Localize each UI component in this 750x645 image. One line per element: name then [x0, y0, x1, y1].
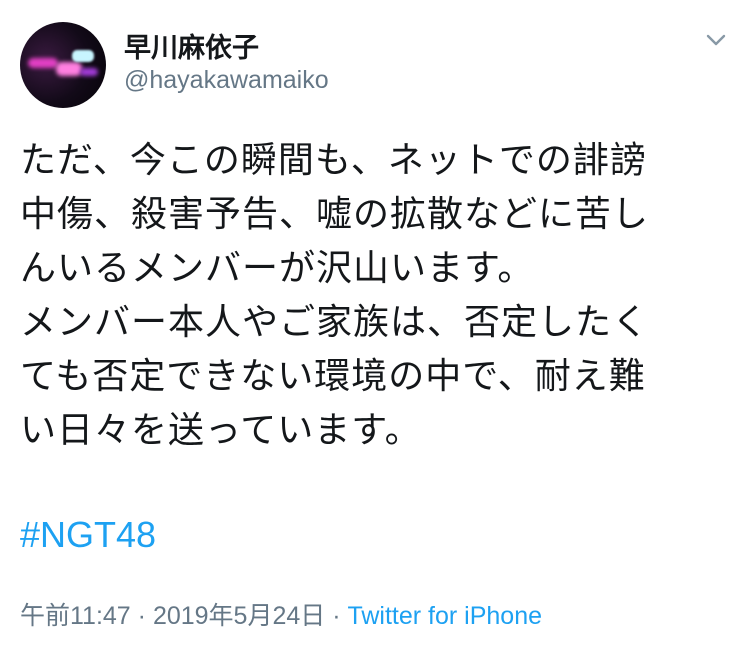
- tweet-line: い日々を送っています。: [20, 410, 422, 451]
- tweet-source-link[interactable]: Twitter for iPhone: [347, 602, 542, 630]
- avatar-light: [72, 50, 94, 62]
- meta-separator: ·: [130, 602, 153, 630]
- user-handle[interactable]: @hayakawamaiko: [124, 66, 329, 95]
- display-name[interactable]: 早川麻依子: [124, 26, 259, 65]
- tweet-line: メンバー本人やご家族は、否定したく: [20, 302, 650, 343]
- avatar-light: [56, 62, 82, 76]
- avatar[interactable]: [20, 22, 106, 108]
- meta-separator: ·: [325, 602, 348, 630]
- tweet-meta: 午前11:47 · 2019年5月24日 · Twitter for iPhon…: [20, 596, 542, 632]
- tweet-line: 中傷、殺害予告、嘘の拡散などに苦し: [20, 194, 650, 235]
- hashtag-link[interactable]: #NGT48: [20, 514, 156, 556]
- tweet-line: ただ、今この瞬間も、ネットでの誹謗: [20, 140, 647, 181]
- tweet-line: ても否定できない環境の中で、耐え難: [20, 356, 646, 397]
- tweet-date: 2019年5月24日: [152, 602, 326, 630]
- avatar-light: [80, 68, 98, 76]
- tweet-time: 午前11:47: [20, 602, 131, 630]
- tweet-line: んいるメンバーが沢山います。: [20, 248, 535, 289]
- chevron-down-icon[interactable]: [702, 26, 730, 54]
- tweet-text: ただ、今この瞬間も、ネットでの誹謗 中傷、殺害予告、嘘の拡散などに苦し んいるメ…: [20, 134, 735, 458]
- avatar-light: [28, 58, 58, 68]
